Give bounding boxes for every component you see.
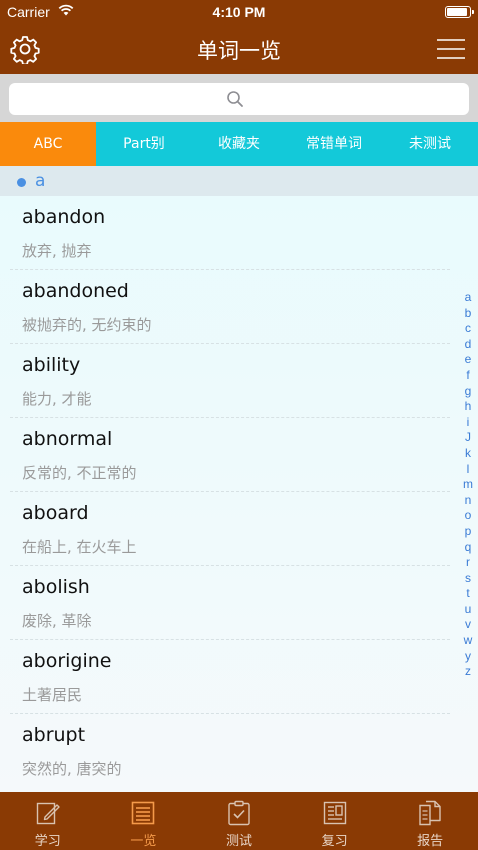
word-meaning: 放弃, 抛弃 — [22, 242, 92, 260]
index-letter[interactable]: J — [465, 430, 471, 446]
word-text: aborigine — [22, 650, 112, 672]
tabbar-label: 学习 — [34, 834, 61, 849]
status-bar: Carrier 4:10 PM — [0, 0, 478, 24]
word-text: abrupt — [22, 724, 86, 746]
index-letter[interactable]: c — [465, 321, 471, 337]
index-letter[interactable]: p — [465, 524, 472, 540]
search-input[interactable] — [21, 89, 201, 109]
word-list-item[interactable]: abandon 放弃, 抛弃 — [0, 196, 460, 270]
word-list-item[interactable]: abandoned 被抛弃的, 无约束的 — [0, 270, 460, 344]
tabbar-label: 一览 — [130, 834, 157, 849]
menu-icon[interactable] — [436, 36, 466, 62]
tab-part[interactable]: Part别 — [96, 122, 192, 166]
index-letter[interactable]: z — [465, 664, 471, 680]
report-icon — [419, 800, 441, 826]
index-letter[interactable]: r — [466, 555, 470, 571]
index-letter[interactable]: u — [465, 602, 472, 618]
tab-frequent-errors[interactable]: 常错单词 — [286, 122, 382, 166]
tabbar-item-test[interactable]: 测试 — [191, 792, 287, 850]
tab-abc[interactable]: ABC — [0, 122, 96, 166]
tab-favorites[interactable]: 收藏夹 — [192, 122, 286, 166]
nav-bar: 单词一览 — [0, 24, 478, 74]
word-text: abandoned — [22, 280, 129, 302]
word-text: abnormal — [22, 428, 113, 450]
tabbar-label: 报告 — [417, 834, 444, 849]
tabbar-label: 测试 — [225, 834, 252, 849]
word-meaning: 被抛弃的, 无约束的 — [22, 316, 152, 334]
tabbar-label: 复习 — [321, 834, 348, 849]
section-letter: a — [35, 171, 46, 191]
section-header: a — [0, 166, 478, 196]
index-letter[interactable]: s — [465, 571, 471, 587]
alphabet-index[interactable]: abcdefghiJklmnopqrstuvwyz — [462, 290, 474, 680]
bottom-tab-bar: 学习 一览 测试 复习 报告 — [0, 792, 478, 850]
word-meaning: 废除, 革除 — [22, 612, 92, 630]
index-letter[interactable]: h — [465, 399, 472, 415]
category-tabs: ABC Part别 收藏夹 常错单词 未测试 — [0, 122, 478, 166]
battery-fill — [447, 8, 467, 16]
clock: 4:10 PM — [212, 4, 266, 20]
index-letter[interactable]: i — [467, 415, 470, 431]
index-letter[interactable]: o — [465, 508, 472, 524]
index-letter[interactable]: q — [465, 540, 472, 556]
word-list-item[interactable]: aborigine 土著居民 — [0, 640, 460, 714]
index-letter[interactable]: b — [465, 306, 472, 322]
index-letter[interactable]: n — [465, 493, 472, 509]
word-list-item[interactable]: ability 能力, 才能 — [0, 344, 460, 418]
index-letter[interactable]: k — [465, 446, 471, 462]
word-list-item[interactable]: abolish 废除, 革除 — [0, 566, 460, 640]
search-icon — [227, 91, 243, 107]
index-letter[interactable]: d — [465, 337, 472, 353]
word-list-item[interactable]: aboard 在船上, 在火车上 — [0, 492, 460, 566]
word-meaning: 在船上, 在火车上 — [22, 538, 137, 556]
tabbar-item-review[interactable]: 复习 — [287, 792, 383, 850]
word-text: ability — [22, 354, 81, 376]
battery-icon — [445, 6, 474, 18]
word-meaning: 土著居民 — [22, 686, 83, 704]
tabbar-item-study[interactable]: 学习 — [0, 792, 96, 850]
list-icon — [132, 801, 155, 825]
section-dot-icon — [17, 178, 26, 187]
word-text: aboard — [22, 502, 89, 524]
index-letter[interactable]: l — [467, 462, 470, 478]
index-letter[interactable]: a — [465, 290, 472, 306]
index-letter[interactable]: y — [465, 649, 471, 665]
word-meaning: 能力, 才能 — [22, 390, 92, 408]
index-letter[interactable]: t — [466, 586, 469, 602]
index-letter[interactable]: e — [465, 352, 472, 368]
index-letter[interactable]: m — [463, 477, 473, 493]
tab-untested[interactable]: 未测试 — [382, 122, 478, 166]
search-field[interactable] — [9, 83, 469, 115]
word-meaning: 反常的, 不正常的 — [22, 464, 137, 482]
index-letter[interactable]: v — [465, 617, 471, 633]
page-title: 单词一览 — [197, 39, 281, 63]
clipboard-check-icon — [228, 800, 250, 826]
word-list: abandon 放弃, 抛弃 abandoned 被抛弃的, 无约束的 abil… — [0, 196, 478, 792]
book-review-icon — [323, 801, 346, 825]
word-text: abandon — [22, 206, 106, 228]
pencil-icon — [36, 802, 60, 825]
word-list-item[interactable]: abnormal 反常的, 不正常的 — [0, 418, 460, 492]
index-letter[interactable]: g — [465, 384, 472, 400]
word-text: abolish — [22, 576, 90, 598]
tabbar-item-overview[interactable]: 一览 — [96, 792, 192, 850]
search-bar — [0, 74, 478, 122]
tabbar-item-report[interactable]: 报告 — [382, 792, 478, 850]
index-letter[interactable]: f — [466, 368, 469, 384]
index-letter[interactable]: w — [464, 633, 473, 649]
word-list-item[interactable]: abrupt 突然的, 唐突的 — [0, 714, 460, 788]
word-meaning: 突然的, 唐突的 — [22, 760, 122, 778]
